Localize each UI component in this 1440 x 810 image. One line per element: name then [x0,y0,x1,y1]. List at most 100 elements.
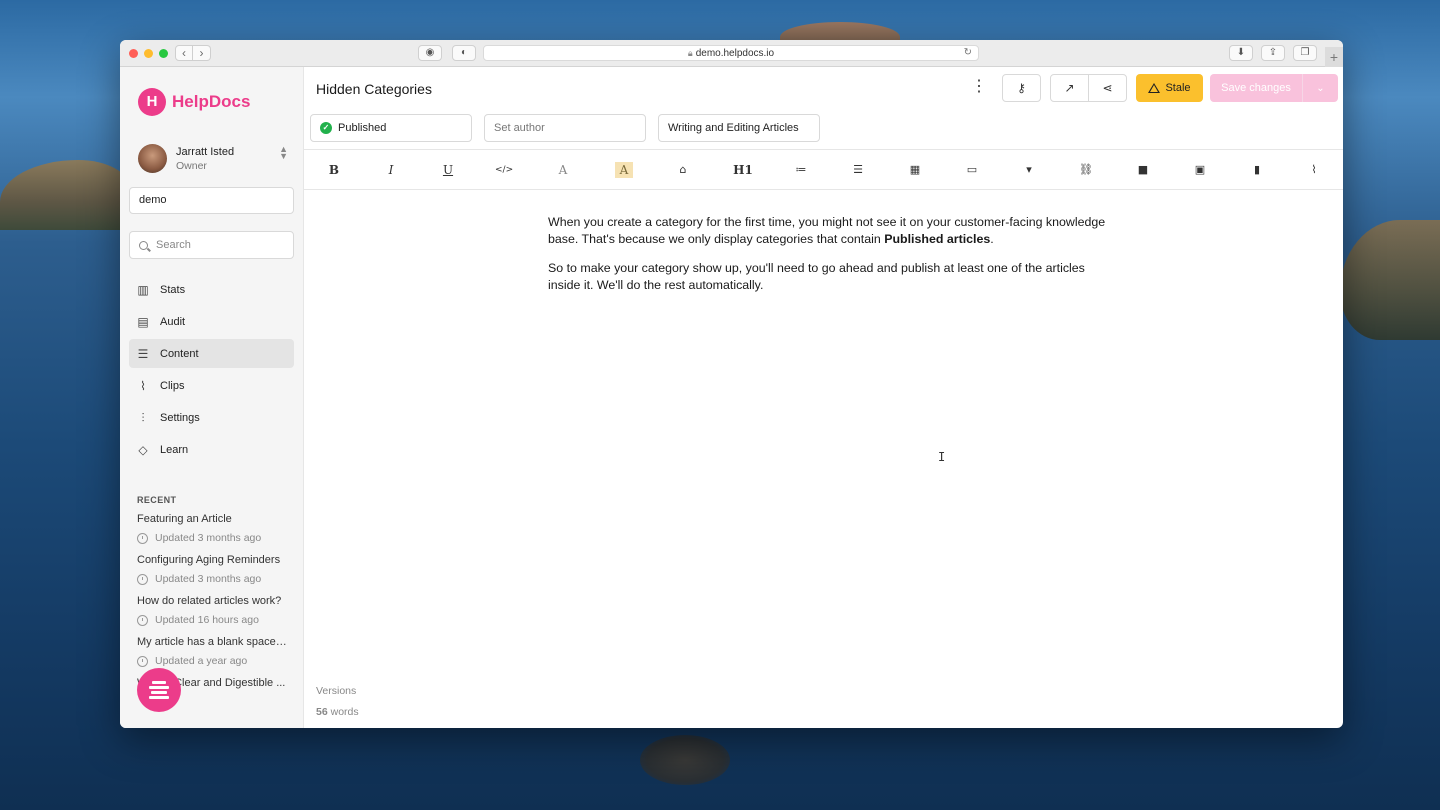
recent-meta: Updated a year ago [137,655,303,667]
recent-updated: Updated 3 months ago [155,573,262,585]
tabs-overview-icon[interactable]: ❐ [1293,45,1317,61]
reload-icon[interactable]: ↻ [964,46,972,60]
italic-icon[interactable]: I [382,162,400,178]
lock-icon: 🔒︎ [687,48,693,58]
graduation-cap-icon: ◇ [138,442,148,457]
bar-chart-icon: ▥ [137,282,149,297]
underline-icon[interactable]: U [439,162,457,178]
knowledge-base-select[interactable]: demo [129,187,294,214]
lock-icon[interactable]: ⌂ [674,162,692,178]
chevron-down-icon[interactable]: ⌄ [1303,83,1338,94]
recent-updated: Updated 3 months ago [155,532,262,544]
highlight-icon[interactable]: A [615,162,633,178]
sidebar-item-content[interactable]: ☰ Content [129,339,294,368]
download-icon[interactable]: ⬇ [1229,45,1253,61]
share-icon[interactable]: ⇪ [1261,45,1285,61]
desktop-island [1340,220,1440,340]
more-options-icon[interactable]: ⋮ [971,77,987,97]
minimize-window-button[interactable] [144,48,153,58]
recent-title: Configuring Aging Reminders [137,554,281,566]
new-tab-button[interactable]: + [1325,47,1343,67]
sidebar-item-label: Clips [160,379,185,392]
sliders-icon: ⫶ [141,410,145,425]
key-icon[interactable]: ⚷ [1002,74,1041,102]
help-widget-button[interactable] [137,668,181,712]
address-bar[interactable]: 🔒︎ demo.helpdocs.io ↻ [483,45,979,61]
sidebar-item-settings[interactable]: ⫶ Settings [129,403,294,432]
accordion-icon[interactable]: ▾ [1020,162,1038,178]
external-link-icon[interactable]: ↗ [1050,74,1089,102]
body-text: When you create a category for the first… [548,215,1106,246]
heading-icon[interactable]: H1 [731,162,755,178]
ordered-list-icon[interactable]: ≔ [792,162,810,178]
paperclip-icon: ⌇ [140,378,146,393]
versions-link[interactable]: Versions [316,685,359,697]
body-text: . [990,232,994,246]
sidebar-item-label: Audit [160,315,186,328]
article-header: Hidden Categories ⋮ ⚷ ↗ ⋖ Stale Save cha… [304,67,1343,110]
stale-button[interactable]: Stale [1136,74,1203,102]
shield-icon[interactable]: ◐ [452,45,476,61]
category-select[interactable]: Writing and Editing Articles [658,114,820,142]
table-icon[interactable]: ▦ [906,162,924,178]
text-color-icon[interactable]: A [554,162,572,178]
recent-item[interactable]: Configuring Aging Reminders Updated 3 mo… [120,554,303,585]
user-switcher[interactable]: Jarratt Isted Owner ▲ ▼ [120,123,303,185]
recent-item[interactable]: Featuring an Article Updated 3 months ag… [120,513,303,544]
recent-title: My article has a blank space ... [137,636,287,648]
word-count: 56 words [316,706,359,718]
recent-item[interactable]: How do related articles work? Updated 16… [120,595,303,626]
user-info: Jarratt Isted Owner [176,146,234,172]
formatting-toolbar: B I U </> A A ⌂ H1 ≔ ☰ ▦ ▭ ▾ ⛓ ■ ▣ ▮ ⌇ [304,149,1343,190]
recent-meta: Updated 16 hours ago [137,614,303,626]
bold-icon[interactable]: B [325,162,343,178]
bold-text: Published articles [884,232,991,246]
article-body[interactable]: When you create a category for the first… [548,214,1108,306]
stale-label: Stale [1165,82,1191,94]
callout-icon[interactable]: ▭ [963,162,981,178]
zoom-window-button[interactable] [159,48,168,58]
warning-icon [1148,83,1161,93]
save-label: Save changes [1221,82,1291,94]
word-count-value: 56 [316,706,328,718]
article-meta-row: ✓ Published Set author Writing and Editi… [304,110,1343,146]
attachment-icon[interactable]: ⌇ [1305,162,1323,178]
user-name: Jarratt Isted [176,145,235,158]
status-label: Published [338,122,387,134]
share-icon[interactable]: ⋖ [1088,74,1127,102]
bullet-list-icon[interactable]: ☰ [849,162,867,178]
link-icon[interactable]: ⛓ [1077,162,1095,178]
status-select[interactable]: ✓ Published [310,114,472,142]
brand-logo[interactable]: H HelpDocs [120,67,303,123]
search-box[interactable] [129,231,294,259]
sidebar-item-clips[interactable]: ⌇ Clips [129,371,294,400]
desktop-island [0,160,130,230]
file-icon[interactable]: ▮ [1248,162,1266,178]
password-icon[interactable]: ◉ [418,45,442,61]
word-count-suffix: words [327,706,359,718]
code-icon[interactable]: </> [495,162,513,178]
save-changes-button[interactable]: Save changes ⌄ [1210,74,1338,102]
close-window-button[interactable] [129,48,138,58]
help-widget-icon [152,681,166,684]
embed-icon[interactable]: ■ [1134,162,1152,178]
recent-updated: Updated a year ago [155,655,248,667]
search-icon [139,240,148,250]
search-input[interactable] [156,239,286,251]
sidebar-item-stats[interactable]: ▥ Stats [129,275,294,304]
editor-footer: Versions 56 words [316,685,359,718]
brand-name: HelpDocs [172,92,251,111]
sidebar-item-learn[interactable]: ◇ Learn [129,435,294,464]
recent-item[interactable]: My article has a blank space ... Updated… [120,636,303,667]
chevron-up-down-icon: ▲ ▼ [279,144,288,161]
sidebar-item-label: Learn [160,443,189,456]
sidebar: H HelpDocs Jarratt Isted Owner ▲▼ demo ▥… [120,67,304,728]
back-button[interactable]: ‹ [175,45,193,61]
author-select[interactable]: Set author [484,114,646,142]
image-icon[interactable]: ▣ [1191,162,1209,178]
recent-list: Featuring an Article Updated 3 months ag… [120,513,303,689]
forward-button[interactable]: › [193,45,211,61]
page-title[interactable]: Hidden Categories [316,81,432,97]
sidebar-item-audit[interactable]: ▤ Audit [129,307,294,336]
text-cursor-icon: I [938,450,946,464]
